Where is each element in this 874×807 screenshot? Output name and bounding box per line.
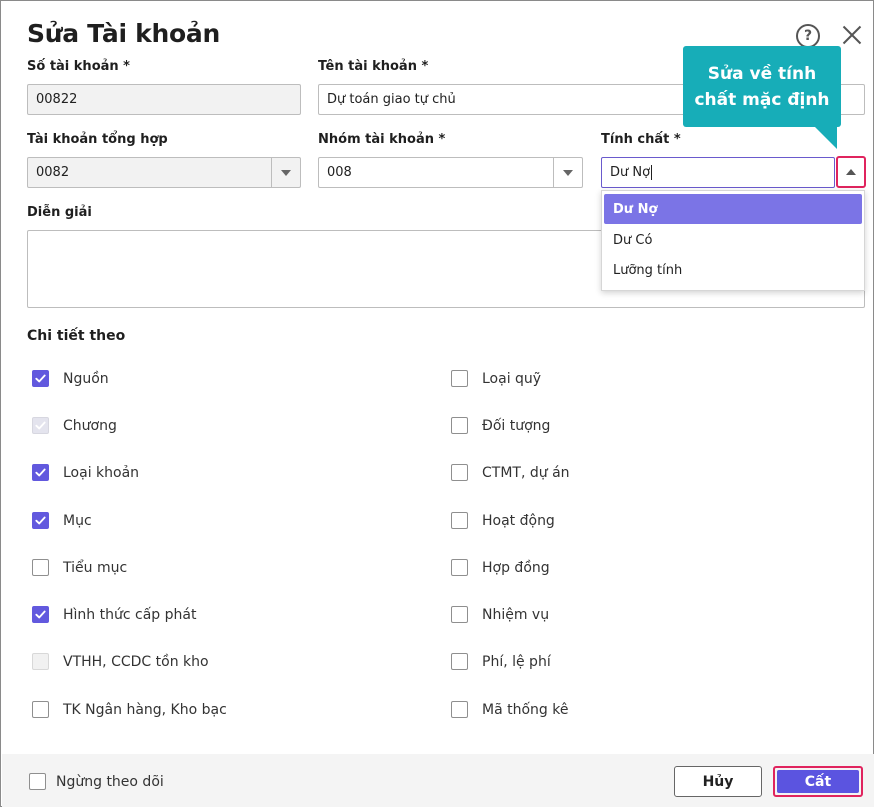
stop-tracking-checkbox[interactable] — [29, 773, 46, 790]
save-button[interactable]: Cất — [777, 770, 859, 793]
callout-line-1: Sửa về tính — [707, 64, 817, 84]
nature-value: Dư Nợ — [610, 165, 651, 180]
checked-checkbox-icon[interactable] — [32, 606, 49, 623]
description-label: Diễn giải — [27, 205, 92, 220]
general-account-combo[interactable]: 0082 — [27, 157, 301, 188]
checkbox-icon[interactable] — [32, 701, 49, 718]
checkbox-icon[interactable] — [451, 606, 468, 623]
close-icon[interactable] — [841, 23, 863, 45]
detail-option-ma-thong-ke[interactable]: Mã thống kê — [451, 701, 568, 718]
detail-option-hinh-thuc-cap-phat[interactable]: Hình thức cấp phát — [32, 606, 196, 623]
detail-option-tk-ngan-hang-kho-bac[interactable]: TK Ngân hàng, Kho bạc — [32, 701, 227, 718]
detail-option-loai-khoan[interactable]: Loại khoản — [32, 464, 139, 481]
detail-option-label: Chương — [63, 417, 117, 434]
cancel-button[interactable]: Hủy — [674, 766, 762, 797]
help-icon[interactable]: ? — [796, 24, 820, 48]
checkbox-icon[interactable] — [451, 370, 468, 387]
nature-input[interactable]: Dư Nợ — [601, 157, 835, 188]
stop-tracking-label: Ngừng theo dõi — [56, 773, 164, 790]
checkbox-icon[interactable] — [451, 559, 468, 576]
detail-option-label: Nhiệm vụ — [482, 606, 550, 623]
save-button-highlight: Cất — [773, 766, 863, 797]
checked-checkbox-icon[interactable] — [32, 464, 49, 481]
detail-option-nguon[interactable]: Nguồn — [32, 370, 109, 387]
checkbox-icon[interactable] — [32, 559, 49, 576]
chevron-down-icon[interactable] — [271, 158, 300, 187]
account-name-label: Tên tài khoản * — [318, 59, 429, 74]
detail-option-phi-le-phi[interactable]: Phí, lệ phí — [451, 653, 551, 670]
chevron-up-icon[interactable] — [836, 156, 866, 188]
detail-option-label: Tiểu mục — [63, 559, 128, 576]
detail-option-vthh-ccdc-ton-kho: VTHH, CCDC tồn kho — [32, 653, 209, 670]
account-group-combo[interactable]: 008 — [318, 157, 583, 188]
detail-option-label: Phí, lệ phí — [482, 653, 551, 670]
checked-checkbox-icon[interactable] — [32, 370, 49, 387]
stop-tracking-checkbox-row[interactable]: Ngừng theo dõi — [29, 773, 164, 790]
detail-option-label: TK Ngân hàng, Kho bạc — [63, 701, 227, 718]
detail-option-muc[interactable]: Mục — [32, 512, 92, 529]
detail-option-label: Hợp đồng — [482, 559, 550, 576]
detail-option-label: Loại quỹ — [482, 370, 542, 387]
dropdown-option-du-no[interactable]: Dư Nợ — [604, 194, 862, 224]
checkbox-icon[interactable] — [451, 512, 468, 529]
detail-option-label: Đối tượng — [482, 417, 551, 434]
detail-option-loai-quy[interactable]: Loại quỹ — [451, 370, 541, 387]
checkbox-icon[interactable] — [451, 464, 468, 481]
dialog-title: Sửa Tài khoản — [27, 19, 220, 48]
callout-line-2: chất mặc định — [694, 90, 830, 110]
checkbox-icon[interactable] — [451, 701, 468, 718]
details-section-title: Chi tiết theo — [27, 328, 126, 344]
detail-option-hoat-dong[interactable]: Hoạt động — [451, 512, 555, 529]
detail-option-tieu-muc[interactable]: Tiểu mục — [32, 559, 127, 576]
account-number-label: Số tài khoản * — [27, 59, 130, 74]
detail-option-label: CTMT, dự án — [482, 464, 570, 481]
checked-checkbox-icon — [32, 417, 49, 434]
checked-checkbox-icon[interactable] — [32, 512, 49, 529]
checkbox-icon[interactable] — [451, 417, 468, 434]
detail-option-nhiem-vu[interactable]: Nhiệm vụ — [451, 606, 549, 623]
checkbox-icon — [32, 653, 49, 670]
general-account-value: 0082 — [36, 165, 70, 180]
detail-option-label: VTHH, CCDC tồn kho — [63, 653, 209, 670]
detail-option-chuong: Chương — [32, 417, 117, 434]
detail-option-label: Nguồn — [63, 370, 109, 387]
nature-label: Tính chất * — [601, 132, 681, 147]
dropdown-option-luong-tinh[interactable]: Lưỡng tính — [604, 255, 862, 285]
chevron-down-icon[interactable] — [553, 158, 582, 187]
detail-option-label: Hình thức cấp phát — [63, 606, 197, 623]
nature-dropdown-list: Dư Nợ Dư Có Lưỡng tính — [601, 190, 865, 291]
detail-option-label: Loại khoản — [63, 464, 140, 481]
annotation-callout: Sửa về tính chất mặc định — [683, 46, 841, 127]
account-number-field[interactable]: 00822 — [27, 84, 301, 115]
detail-option-label: Mã thống kê — [482, 701, 569, 718]
dropdown-option-du-co[interactable]: Dư Có — [604, 225, 862, 255]
general-account-label: Tài khoản tổng hợp — [27, 132, 168, 147]
edit-account-dialog: Sửa Tài khoản ? Số tài khoản * 00822 Tên… — [0, 0, 874, 807]
account-group-label: Nhóm tài khoản * — [318, 132, 446, 147]
callout-tail — [813, 125, 837, 149]
account-group-value: 008 — [327, 165, 352, 180]
detail-option-label: Mục — [63, 512, 92, 529]
detail-option-doi-tuong[interactable]: Đối tượng — [451, 417, 550, 434]
detail-option-label: Hoạt động — [482, 512, 555, 529]
detail-option-hop-dong[interactable]: Hợp đồng — [451, 559, 550, 576]
detail-option-ctmt-du-an[interactable]: CTMT, dự án — [451, 464, 570, 481]
text-caret — [651, 165, 653, 180]
checkbox-icon[interactable] — [451, 653, 468, 670]
